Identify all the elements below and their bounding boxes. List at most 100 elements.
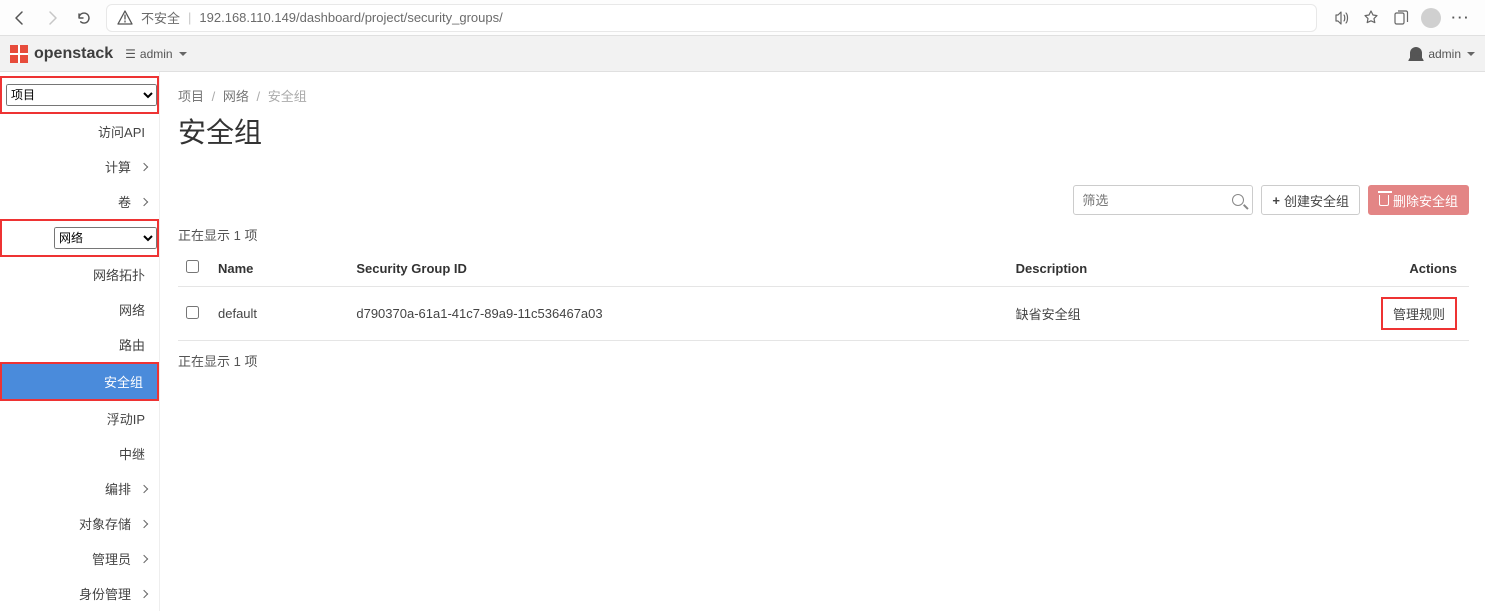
page-title: 安全组 (178, 111, 1469, 151)
sidebar-item-identity[interactable]: 身份管理 (0, 576, 159, 611)
search-icon (1232, 194, 1244, 206)
breadcrumb-current: 安全组 (268, 89, 307, 104)
caret-down-icon (179, 52, 187, 56)
user-icon (1410, 47, 1422, 59)
table-row: default d790370a-61a1-41c7-89a9-11c53646… (178, 287, 1469, 341)
sidebar-item-label: 浮动IP (107, 409, 145, 428)
col-sgid[interactable]: Security Group ID (348, 250, 1007, 287)
sidebar-item-security-groups[interactable]: 安全组 (0, 362, 159, 401)
openstack-logo-icon (10, 45, 28, 63)
select-all-checkbox[interactable] (186, 260, 199, 273)
forward-button[interactable] (38, 4, 66, 32)
user-label: admin (1428, 47, 1461, 61)
sidebar-item-label: 身份管理 (79, 584, 131, 603)
breadcrumb-project[interactable]: 项目 (178, 89, 204, 104)
address-bar[interactable]: 不安全 | 192.168.110.149/dashboard/project/… (106, 4, 1317, 32)
reload-icon (76, 10, 92, 26)
sidebar-item-label: 访问API (98, 122, 145, 141)
breadcrumb-separator: / (212, 89, 216, 104)
more-icon: ··· (1452, 10, 1471, 25)
domain-prefix-icon: ☰ (125, 47, 136, 61)
sidebar-item-label: 计算 (105, 157, 131, 176)
url-text: 192.168.110.149/dashboard/project/securi… (199, 10, 502, 25)
security-groups-table: Name Security Group ID Description Actio… (178, 250, 1469, 341)
table-header-row: Name Security Group ID Description Actio… (178, 250, 1469, 287)
more-button[interactable]: ··· (1447, 4, 1475, 32)
network-select[interactable]: 网络 (54, 227, 157, 249)
openstack-topbar: openstack ☰ admin admin (0, 36, 1485, 72)
star-icon (1362, 9, 1380, 27)
sidebar-item-compute[interactable]: 计算 (0, 149, 159, 184)
filter-box[interactable] (1073, 185, 1253, 215)
address-separator: | (188, 10, 191, 25)
caret-down-icon (1467, 52, 1475, 56)
cell-sgid: d790370a-61a1-41c7-89a9-11c536467a03 (348, 287, 1007, 341)
openstack-logo[interactable]: openstack (10, 45, 113, 63)
breadcrumb-network[interactable]: 网络 (223, 89, 249, 104)
sidebar-item-label: 中继 (119, 444, 145, 463)
delete-security-group-button[interactable]: 删除安全组 (1368, 185, 1469, 215)
domain-label: admin (140, 47, 173, 61)
user-menu[interactable]: admin (1408, 47, 1475, 61)
plus-icon (1272, 193, 1280, 208)
sidebar-item-floating-ips[interactable]: 浮动IP (0, 401, 159, 436)
button-label: 删除安全组 (1393, 191, 1458, 210)
sidebar-item-admin[interactable]: 管理员 (0, 541, 159, 576)
showing-count-bottom: 正在显示 1 项 (178, 351, 1469, 370)
breadcrumb: 项目 / 网络 / 安全组 (178, 86, 1469, 105)
sidebar-item-label: 对象存储 (79, 514, 131, 533)
project-select-wrapper: 项目 (0, 76, 159, 114)
main-content: 项目 / 网络 / 安全组 安全组 创建安全组 删除安全组 正在显示 1 项 (160, 72, 1485, 611)
chevron-right-icon (140, 554, 148, 562)
sidebar-item-orchestration[interactable]: 编排 (0, 471, 159, 506)
create-security-group-button[interactable]: 创建安全组 (1261, 185, 1360, 215)
profile-button[interactable] (1417, 4, 1445, 32)
breadcrumb-separator: / (257, 89, 261, 104)
arrow-right-icon (44, 10, 60, 26)
favorites-button[interactable] (1357, 4, 1385, 32)
avatar-icon (1421, 8, 1441, 28)
read-aloud-icon (1332, 9, 1350, 27)
insecure-label: 不安全 (141, 8, 180, 27)
network-select-wrapper: 网络 (0, 219, 159, 257)
filter-input[interactable] (1082, 193, 1212, 208)
sidebar-item-routers[interactable]: 路由 (0, 327, 159, 362)
trash-icon (1379, 195, 1389, 206)
back-button[interactable] (6, 4, 34, 32)
sidebar-item-label: 路由 (119, 335, 145, 354)
chevron-right-icon (140, 484, 148, 492)
project-select[interactable]: 项目 (6, 84, 157, 106)
showing-count-top: 正在显示 1 项 (178, 225, 1469, 244)
sidebar-item-networks[interactable]: 网络 (0, 292, 159, 327)
button-label: 创建安全组 (1284, 191, 1349, 210)
row-checkbox[interactable] (186, 306, 199, 319)
insecure-icon (117, 10, 133, 26)
manage-rules-button[interactable]: 管理规则 (1381, 297, 1457, 330)
sidebar-item-label: 网络 (119, 300, 145, 319)
collections-icon (1392, 9, 1410, 27)
read-aloud-button[interactable] (1327, 4, 1355, 32)
chevron-right-icon (140, 162, 148, 170)
table-toolbar: 创建安全组 删除安全组 (178, 185, 1469, 215)
cell-description: 缺省安全组 (1008, 287, 1228, 341)
sidebar-item-label: 编排 (105, 479, 131, 498)
reload-button[interactable] (70, 4, 98, 32)
sidebar-item-trunks[interactable]: 中继 (0, 436, 159, 471)
col-description[interactable]: Description (1008, 250, 1228, 287)
domain-picker[interactable]: ☰ admin (125, 47, 186, 61)
browser-toolbar: 不安全 | 192.168.110.149/dashboard/project/… (0, 0, 1485, 36)
collections-button[interactable] (1387, 4, 1415, 32)
browser-right-icons: ··· (1327, 4, 1479, 32)
arrow-left-icon (12, 10, 28, 26)
sidebar-item-volumes[interactable]: 卷 (0, 184, 159, 219)
sidebar-item-topology[interactable]: 网络拓扑 (0, 257, 159, 292)
sidebar-item-object-store[interactable]: 对象存储 (0, 506, 159, 541)
sidebar-item-label: 管理员 (92, 549, 131, 568)
col-name[interactable]: Name (210, 250, 348, 287)
sidebar-item-label: 安全组 (104, 372, 143, 391)
chevron-right-icon (140, 197, 148, 205)
sidebar-item-label: 卷 (118, 192, 131, 211)
sidebar-item-api-access[interactable]: 访问API (0, 114, 159, 149)
col-actions: Actions (1228, 250, 1469, 287)
brand-text: openstack (34, 45, 113, 63)
